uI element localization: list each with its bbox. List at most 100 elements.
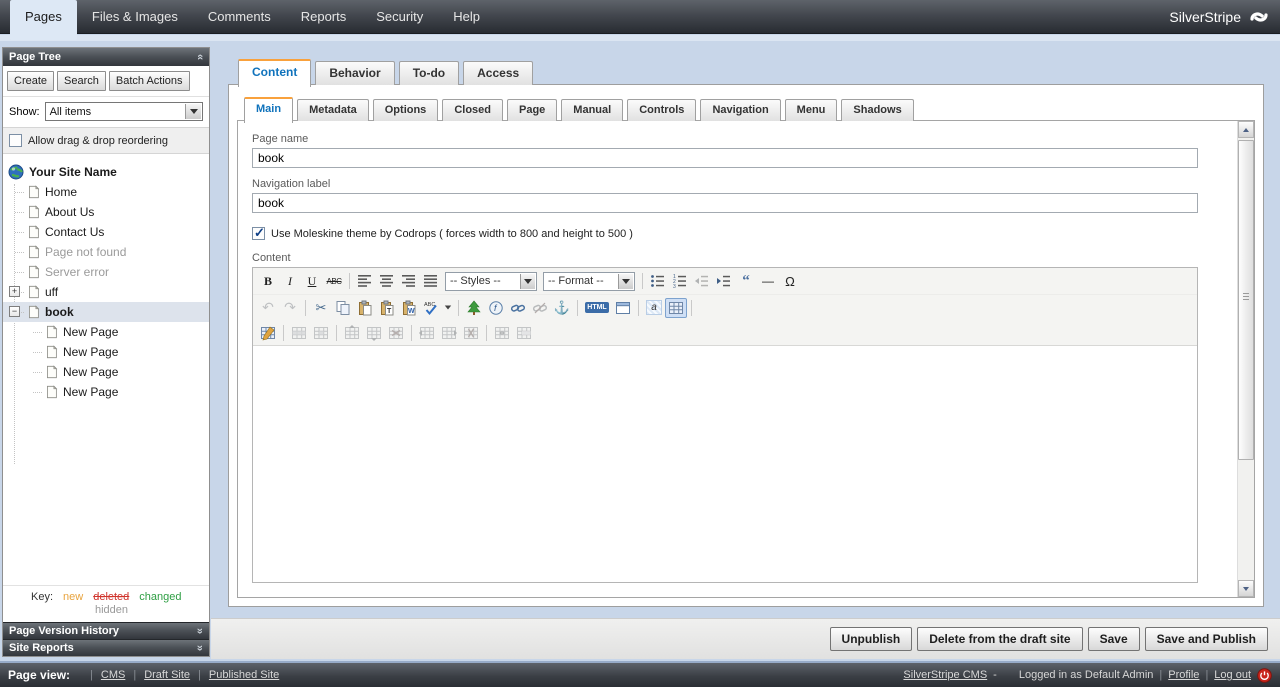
- logout-link[interactable]: Log out: [1214, 669, 1251, 681]
- select-arrow-button[interactable]: [185, 104, 201, 119]
- paste-as-text-button[interactable]: T: [376, 298, 398, 318]
- silverstripe-cms-link[interactable]: SilverStripe CMS: [903, 669, 987, 681]
- show-filter-select[interactable]: All items: [45, 102, 203, 121]
- align-center-button[interactable]: [376, 271, 398, 291]
- format-select[interactable]: -- Format --: [543, 272, 635, 291]
- tree-item-new-page[interactable]: New Page: [3, 362, 209, 382]
- page-version-history-panel[interactable]: Page Version History «: [3, 622, 209, 639]
- subtab-options[interactable]: Options: [373, 99, 439, 121]
- italic-button[interactable]: I: [279, 271, 301, 291]
- expand-icon[interactable]: +: [9, 286, 20, 297]
- merge-cells-button[interactable]: [513, 323, 535, 343]
- nav-tab-files-images[interactable]: Files & Images: [77, 0, 193, 34]
- subtab-page[interactable]: Page: [507, 99, 557, 121]
- delete-row-button[interactable]: [385, 323, 407, 343]
- copy-button[interactable]: [332, 298, 354, 318]
- toggle-guidelines-button[interactable]: [665, 298, 687, 318]
- undo-button[interactable]: ↶: [257, 298, 279, 318]
- cut-button[interactable]: ✂: [310, 298, 332, 318]
- tree-item-new-page[interactable]: New Page: [3, 342, 209, 362]
- drag-drop-checkbox[interactable]: [9, 134, 22, 147]
- tree-item-home[interactable]: Home: [3, 182, 209, 202]
- save-button[interactable]: Save: [1088, 627, 1140, 651]
- styles-select[interactable]: -- Styles --: [445, 272, 537, 291]
- tree-item-root[interactable]: Your Site Name: [3, 162, 209, 182]
- subtab-shadows[interactable]: Shadows: [841, 99, 913, 121]
- table-properties-button[interactable]: [257, 323, 279, 343]
- edit-html-button[interactable]: HTML: [582, 298, 612, 318]
- delete-column-button[interactable]: [460, 323, 482, 343]
- visual-chars-button[interactable]: a: [643, 298, 665, 318]
- batch-actions-button[interactable]: Batch Actions: [109, 71, 190, 91]
- cms-view-link[interactable]: CMS: [101, 669, 125, 681]
- profile-link[interactable]: Profile: [1168, 669, 1199, 681]
- bold-button[interactable]: B: [257, 271, 279, 291]
- blockquote-button[interactable]: “: [735, 271, 757, 291]
- row-properties-button[interactable]: [288, 323, 310, 343]
- remove-link-button[interactable]: [529, 298, 551, 318]
- spellcheck-menu-button[interactable]: [442, 298, 454, 318]
- scrollbar-thumb[interactable]: [1238, 140, 1254, 460]
- tree-item-uff[interactable]: + uff: [3, 282, 209, 302]
- tab-behavior[interactable]: Behavior: [315, 61, 394, 85]
- insert-flash-button[interactable]: f: [485, 298, 507, 318]
- nav-tab-reports[interactable]: Reports: [286, 0, 362, 34]
- search-button[interactable]: Search: [57, 71, 106, 91]
- nav-tab-help[interactable]: Help: [438, 0, 495, 34]
- collapse-panel-icon[interactable]: «: [194, 54, 206, 60]
- subtab-metadata[interactable]: Metadata: [297, 99, 369, 121]
- nav-tab-comments[interactable]: Comments: [193, 0, 286, 34]
- site-reports-panel[interactable]: Site Reports «: [3, 639, 209, 656]
- scroll-up-button[interactable]: [1238, 121, 1254, 138]
- spellcheck-button[interactable]: ABC: [420, 298, 442, 318]
- insert-row-after-button[interactable]: [363, 323, 385, 343]
- underline-button[interactable]: U: [301, 271, 323, 291]
- bullet-list-button[interactable]: [647, 271, 669, 291]
- navigation-label-input[interactable]: [252, 193, 1198, 213]
- split-cells-button[interactable]: [491, 323, 513, 343]
- paste-button[interactable]: [354, 298, 376, 318]
- create-button[interactable]: Create: [7, 71, 54, 91]
- tree-item-new-page[interactable]: New Page: [3, 322, 209, 342]
- insert-row-before-button[interactable]: [341, 323, 363, 343]
- insert-anchor-button[interactable]: ⚓: [551, 298, 573, 318]
- numbered-list-button[interactable]: 123: [669, 271, 691, 291]
- special-char-button[interactable]: Ω: [779, 271, 801, 291]
- content-scrollbar[interactable]: [1237, 121, 1254, 597]
- unpublish-button[interactable]: Unpublish: [830, 627, 913, 651]
- tab-todo[interactable]: To-do: [399, 61, 459, 85]
- subtab-closed[interactable]: Closed: [442, 99, 503, 121]
- collapse-icon[interactable]: −: [9, 306, 20, 317]
- indent-button[interactable]: [713, 271, 735, 291]
- tree-item-contact-us[interactable]: Contact Us: [3, 222, 209, 242]
- delete-from-draft-button[interactable]: Delete from the draft site: [917, 627, 1082, 651]
- subtab-main[interactable]: Main: [244, 97, 293, 123]
- strikethrough-button[interactable]: ABC: [323, 271, 345, 291]
- cell-properties-button[interactable]: [310, 323, 332, 343]
- tree-item-page-not-found[interactable]: Page not found: [3, 242, 209, 262]
- tree-item-new-page[interactable]: New Page: [3, 382, 209, 402]
- align-left-button[interactable]: [354, 271, 376, 291]
- tree-item-book[interactable]: − book: [3, 302, 209, 322]
- outdent-button[interactable]: [691, 271, 713, 291]
- select-arrow-button[interactable]: [618, 274, 633, 289]
- insert-column-after-button[interactable]: [438, 323, 460, 343]
- insert-image-button[interactable]: [463, 298, 485, 318]
- published-site-link[interactable]: Published Site: [209, 669, 279, 681]
- paste-from-word-button[interactable]: W: [398, 298, 420, 318]
- draft-site-link[interactable]: Draft Site: [144, 669, 190, 681]
- expand-panel-icon[interactable]: «: [194, 645, 206, 651]
- tree-item-server-error[interactable]: Server error: [3, 262, 209, 282]
- align-right-button[interactable]: [398, 271, 420, 291]
- editor-content-area[interactable]: [253, 346, 1197, 582]
- save-and-publish-button[interactable]: Save and Publish: [1145, 627, 1268, 651]
- tab-access[interactable]: Access: [463, 61, 533, 85]
- horizontal-rule-button[interactable]: —: [757, 271, 779, 291]
- toggle-fullscreen-button[interactable]: [612, 298, 634, 318]
- logout-power-icon[interactable]: [1257, 668, 1272, 683]
- align-justify-button[interactable]: [420, 271, 442, 291]
- nav-tab-pages[interactable]: Pages: [10, 0, 77, 40]
- subtab-controls[interactable]: Controls: [627, 99, 696, 121]
- subtab-navigation[interactable]: Navigation: [700, 99, 780, 121]
- page-tree-header[interactable]: Page Tree «: [3, 48, 209, 66]
